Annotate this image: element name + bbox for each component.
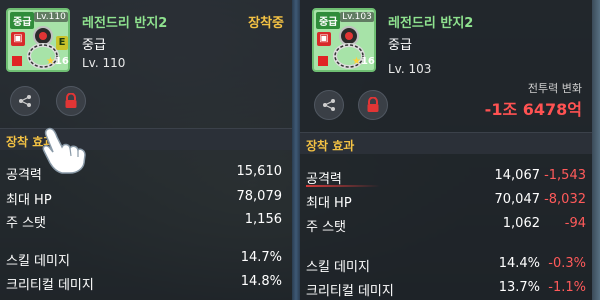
stat-value: 13.7%: [498, 280, 540, 295]
item-level: Lv. 103: [388, 62, 432, 76]
stat-value: 70,047: [494, 192, 541, 207]
stat-diff: -1.1%: [548, 280, 586, 295]
enhance-badge-icon: E: [56, 36, 68, 50]
item-grade: 중급: [388, 38, 412, 53]
stat-diff: -0.3%: [548, 256, 586, 271]
stat-value: 14.8%: [240, 274, 282, 289]
share-icon: [323, 99, 335, 111]
item-grade: 중급: [82, 38, 106, 53]
item-name: 레전드리 반지2: [388, 16, 474, 31]
item-icon-frame[interactable]: 중급 Lv.110 ▣ E ★16: [6, 8, 70, 72]
stat-diff: -1,543: [544, 168, 586, 183]
lock-button[interactable]: [56, 86, 86, 116]
stat-value: 14,067: [494, 168, 541, 183]
power-change-label: 전투력 변화: [527, 82, 582, 95]
stat-label: 주 스탯: [306, 220, 347, 235]
item-icon-frame[interactable]: 중급 Lv.103 ▣ ★16: [312, 8, 376, 72]
compare-item-panel: 중급 Lv.103 ▣ ★16 레전드리 반지2 중급 Lv. 103 전투력 …: [300, 0, 592, 300]
star-count: ★16: [352, 56, 375, 67]
star-count: ★16: [46, 56, 69, 67]
red-square-icon: [12, 56, 22, 66]
stat-label: 스킬 데미지: [6, 254, 70, 269]
equipped-item-panel: 중급 Lv.110 ▣ E ★16 레전드리 반지2 중급 Lv. 110 장착…: [0, 0, 292, 300]
section-title: 장착 효과: [306, 139, 355, 153]
stat-label: 크리티컬 데미지: [6, 278, 94, 293]
lock-icon: [367, 97, 379, 112]
stat-diff: -94: [564, 216, 586, 231]
stat-value: 78,079: [236, 189, 283, 204]
stat-label: 최대 HP: [306, 196, 352, 211]
share-button[interactable]: [10, 86, 40, 116]
stat-highlight-line: [306, 185, 380, 187]
right-edge-divider: [592, 0, 600, 300]
stat-value: 15,610: [236, 164, 283, 179]
stat-value: 14.4%: [498, 256, 540, 271]
stat-diff: -8,032: [544, 192, 586, 207]
lock-icon: [65, 93, 77, 108]
item-name: 레전드리 반지2: [82, 16, 168, 31]
stat-label: 크리티컬 데미지: [306, 284, 394, 299]
red-square-icon: [318, 56, 328, 66]
stat-label: 스킬 데미지: [306, 260, 370, 275]
level-tag: Lv.110: [34, 12, 68, 22]
lock-badge-icon: ▣: [317, 32, 331, 46]
lock-badge-icon: ▣: [11, 32, 25, 46]
equip-effect-header: 장착 효과: [300, 132, 592, 154]
item-level: Lv. 110: [82, 56, 126, 70]
share-button[interactable]: [314, 90, 344, 120]
level-tag: Lv.103: [340, 12, 374, 22]
equipped-status: 장착중: [248, 16, 284, 31]
panel-divider: [292, 0, 300, 300]
share-icon: [19, 95, 31, 107]
lock-button[interactable]: [358, 90, 388, 120]
stat-value: 1,062: [502, 216, 540, 231]
stat-label: 최대 HP: [6, 193, 52, 208]
stat-label: 주 스탯: [6, 216, 47, 231]
pointing-hand-icon: [42, 127, 86, 174]
stat-value: 14.7%: [240, 250, 282, 265]
stat-value: 1,156: [244, 212, 282, 227]
stat-label: 공격력: [6, 168, 42, 183]
power-change-value: -1조 6478억: [484, 100, 582, 119]
